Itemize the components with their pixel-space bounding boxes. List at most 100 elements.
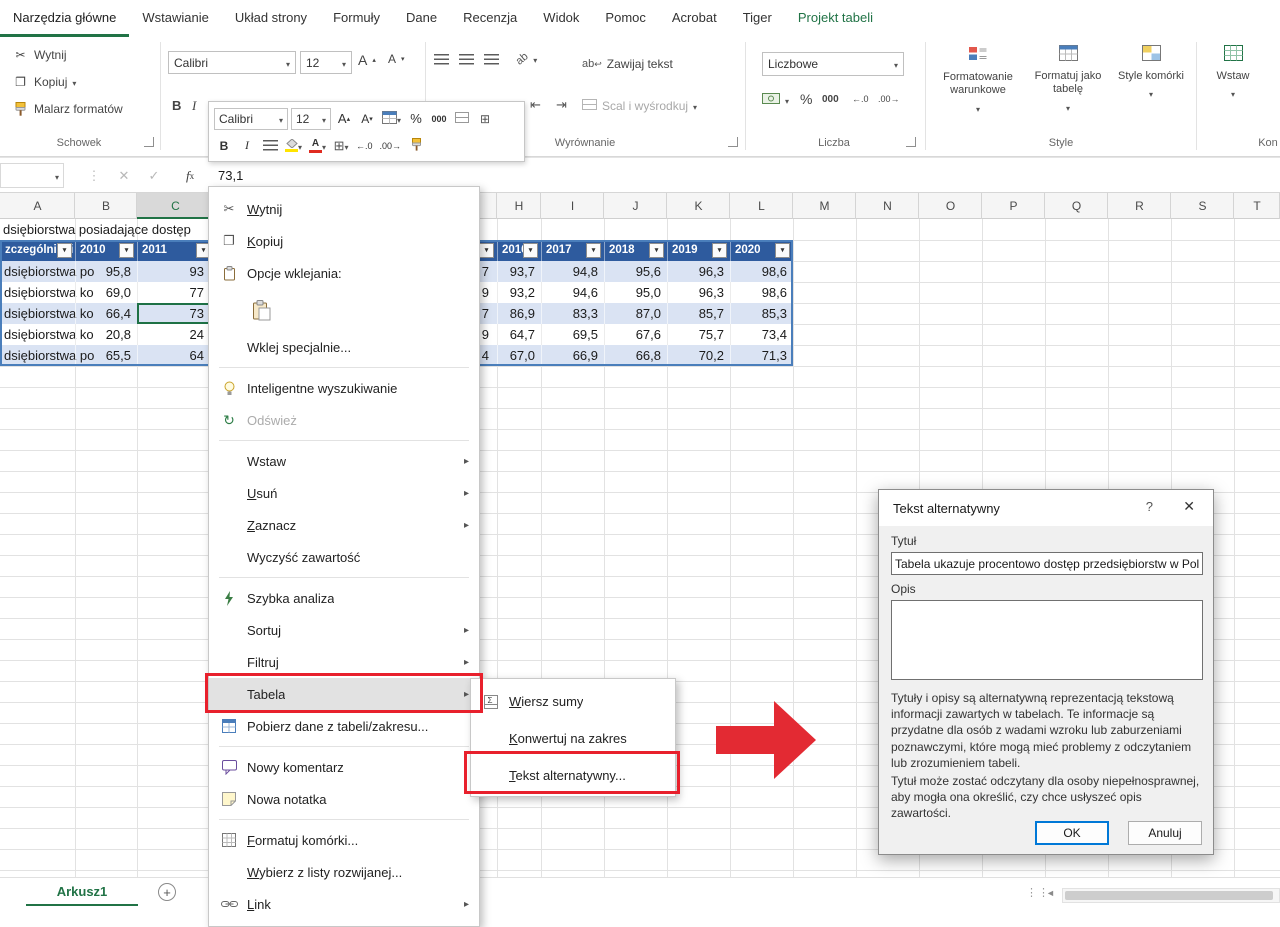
merge-center-button[interactable]: Scal i wyśrodkuj [582,99,697,113]
mini-borders-button[interactable]: ⊞ [331,135,351,157]
context-menu-item-sortuj[interactable]: Sortuj▸ [209,614,479,646]
tab-formuly[interactable]: Formuły [320,0,393,37]
number-format-select[interactable]: Liczbowe [762,52,904,76]
column-header-J[interactable]: J [604,193,667,219]
comma-style-button[interactable]: 000 [822,94,839,105]
ok-button[interactable]: OK [1035,821,1109,845]
column-header-T[interactable]: T [1234,193,1280,219]
submenu-item-wiersz-sumy[interactable]: ΣWiersz sumy [471,683,675,720]
conditional-formatting-button[interactable]: Formatowanie warunkowe [933,45,1023,116]
cell-A1-title[interactable]: dsiębiorstwa posiadające dostęp [0,219,191,240]
tab-uklad-strony[interactable]: Układ strony [222,0,320,37]
increase-decimal-button[interactable]: ←.0 [852,94,869,104]
tab-widok[interactable]: Widok [530,0,592,37]
horizontal-scrollbar-thumb[interactable] [1065,891,1273,900]
format-painter-button[interactable]: Malarz formatów [12,102,123,116]
decrease-font-button[interactable]: A▾ [388,52,405,66]
mini-insert-cells-button[interactable]: ⊞ [475,108,495,130]
cell-L4[interactable]: 98,6 [730,282,793,303]
align-bottom-button[interactable] [484,54,499,65]
tab-acrobat[interactable]: Acrobat [659,0,730,37]
mini-italic-button[interactable]: I [237,135,257,157]
context-menu-item-opcje-wklejania[interactable]: Opcje wklejania: [209,257,479,289]
column-header-N[interactable]: N [856,193,919,219]
mini-format-painter-button[interactable] [406,135,426,157]
table-header-2016[interactable]: 2016▾ [497,240,541,261]
context-menu-item-formatuj-komorki[interactable]: Formatuj komórki... [209,824,479,856]
cut-button[interactable]: ✂ Wytnij [12,48,67,62]
context-menu-item-nowy-komentarz[interactable]: Nowy komentarz [209,751,479,783]
context-menu-item-nowa-notatka[interactable]: Nowa notatka [209,783,479,815]
tab-pomoc[interactable]: Pomoc [592,0,658,37]
context-menu-item-wybierz-z-listy-rozwijanej[interactable]: Wybierz z listy rozwijanej... [209,856,479,888]
clipboard-dialog-launcher[interactable] [144,137,154,147]
formula-input[interactable]: 73,1 [218,163,243,188]
context-menu-item-odswiez[interactable]: ↻Odśwież [209,404,479,436]
filter-button-G[interactable]: ▾ [479,243,494,258]
mini-comma-style-button[interactable]: 000 [429,108,449,130]
cell-styles-button[interactable]: Style komórki [1112,45,1190,102]
column-header-S[interactable]: S [1171,193,1234,219]
cell-H6[interactable]: 64,7 [497,324,541,345]
cell-J3[interactable]: 95,6 [604,261,667,282]
table-header-2010[interactable]: 2010▾ [75,240,137,261]
mini-bold-button[interactable]: B [214,135,234,157]
table-header-2020[interactable]: 2020▾ [730,240,793,261]
context-menu-item-link[interactable]: Link▸ [209,888,479,920]
cell-A3[interactable]: dsiębiorstwa po [0,261,75,282]
column-header-P[interactable]: P [982,193,1045,219]
cell-H4[interactable]: 93,2 [497,282,541,303]
mini-font-size-select[interactable]: 12 [291,108,331,130]
cell-I4[interactable]: 94,6 [541,282,604,303]
orientation-button[interactable]: ab [516,52,537,66]
mini-font-color-button[interactable]: A [307,135,328,157]
cell-L5[interactable]: 85,3 [730,303,793,324]
font-size-select[interactable]: 12 [300,51,352,74]
table-header-2018[interactable]: 2018▾ [604,240,667,261]
cell-L6[interactable]: 73,4 [730,324,793,345]
cell-H3[interactable]: 93,7 [497,261,541,282]
filter-button-H[interactable]: ▾ [523,243,538,258]
context-menu-item-wyczysc-zawartosc[interactable]: Wyczyść zawartość [209,541,479,573]
column-header-B[interactable]: B [75,193,137,219]
number-dialog-launcher[interactable] [906,137,916,147]
cell-B3[interactable]: 95,8 [75,261,137,282]
mini-decrease-font-button[interactable]: A▾ [357,108,377,130]
cell-L3[interactable]: 98,6 [730,261,793,282]
cancel-entry-button[interactable]: ✕ [112,163,136,188]
tab-projekt-tabeli[interactable]: Projekt tabeli [785,0,886,37]
cancel-button[interactable]: Anuluj [1128,821,1202,845]
tab-dane[interactable]: Dane [393,0,450,37]
mini-increase-font-button[interactable]: A▴ [334,108,354,130]
table-header-2019[interactable]: 2019▾ [667,240,730,261]
name-box[interactable] [0,163,64,188]
context-menu-item-kopiuj[interactable]: ❐Kopiuj [209,225,479,257]
cell-K6[interactable]: 75,7 [667,324,730,345]
mini-format-as-table-button[interactable] [380,108,403,130]
cell-I3[interactable]: 94,8 [541,261,604,282]
cell-J7[interactable]: 66,8 [604,345,667,366]
column-header-C[interactable]: C [137,193,214,219]
filter-button-L[interactable]: ▾ [775,243,790,258]
cell-K4[interactable]: 96,3 [667,282,730,303]
cell-A6[interactable]: dsiębiorstwa ko [0,324,75,345]
cell-B5[interactable]: 66,4 [75,303,137,324]
mini-align-center-button[interactable] [260,135,280,157]
filter-button-J[interactable]: ▾ [649,243,664,258]
delete-cells-button[interactable]: Us [1264,45,1280,83]
cell-H7[interactable]: 67,0 [497,345,541,366]
mini-decrease-decimal-button[interactable]: .00→ [378,135,404,157]
context-menu-item-szybka-analiza[interactable]: Szybka analiza [209,582,479,614]
cell-J6[interactable]: 67,6 [604,324,667,345]
cell-K3[interactable]: 96,3 [667,261,730,282]
decrease-indent-button[interactable]: ⇤ [530,97,541,113]
percent-style-button[interactable]: % [800,91,812,107]
cell-I5[interactable]: 83,3 [541,303,604,324]
help-icon[interactable]: ? [1146,499,1153,514]
cell-K5[interactable]: 85,7 [667,303,730,324]
context-menu-item-inteligentne-wyszukiwanie[interactable]: Inteligentne wyszukiwanie [209,372,479,404]
tab-recenzja[interactable]: Recenzja [450,0,530,37]
column-header-L[interactable]: L [730,193,793,219]
insert-function-button[interactable]: fx [178,163,202,188]
align-middle-button[interactable] [459,54,474,65]
